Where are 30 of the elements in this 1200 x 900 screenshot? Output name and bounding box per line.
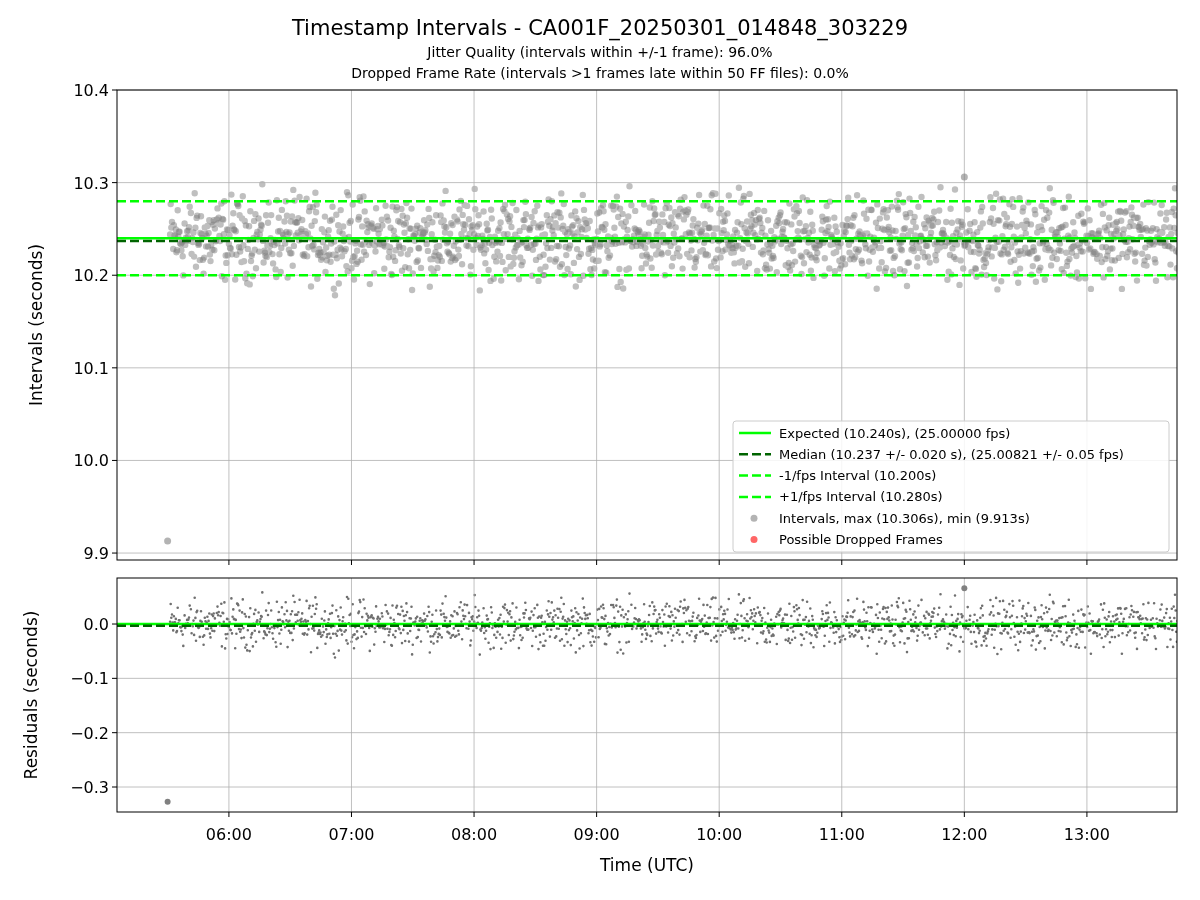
legend-label: Median (10.237 +/- 0.020 s), (25.00821 +/- 0.05 fps) bbox=[779, 446, 1124, 462]
y-tick-label: 10.3 bbox=[73, 173, 109, 193]
y-tick-label: 10.0 bbox=[73, 451, 109, 471]
x-tick-label: 08:00 bbox=[451, 825, 498, 844]
y-tick-label: 0.0 bbox=[83, 615, 109, 634]
legend-label: Possible Dropped Frames bbox=[779, 532, 943, 547]
y-tick-label: −0.1 bbox=[70, 669, 109, 689]
legend-label: Intervals, max (10.306s), min (9.913s) bbox=[779, 510, 1030, 526]
x-tick-label: 11:00 bbox=[818, 825, 865, 844]
x-tick-label: 09:00 bbox=[573, 825, 620, 844]
x-tick-label: 06:00 bbox=[205, 825, 252, 844]
legend-label: +1/fps Interval (10.280s) bbox=[779, 489, 943, 505]
x-axis-label: Time (UTC) bbox=[600, 855, 694, 875]
y-tick-label: −0.3 bbox=[70, 778, 109, 797]
figure-subtitle: Dropped Frame Rate (intervals >1 frames late within 50 FF files): 0.0% bbox=[351, 64, 849, 83]
x-tick-label: 07:00 bbox=[328, 825, 375, 844]
legend-label: -1/fps Interval (10.200s) bbox=[779, 468, 937, 484]
y-axis-label: Residuals (seconds) bbox=[21, 610, 41, 780]
y-tick-label: 10.1 bbox=[73, 358, 109, 378]
y-tick-label: 9.9 bbox=[83, 544, 109, 564]
x-tick-label: 13:00 bbox=[1063, 825, 1110, 844]
figure-title: Timestamp Intervals - CA001F_20250301_014848_303229 bbox=[291, 15, 909, 42]
figure-subtitle: Jitter Quality (intervals within +/-1 frame): 96.0% bbox=[427, 43, 773, 62]
y-tick-label: 10.4 bbox=[73, 81, 109, 100]
legend-label: Expected (10.240s), (25.00000 fps) bbox=[779, 425, 1011, 441]
x-tick-label: 10:00 bbox=[696, 825, 743, 844]
y-tick-label: −0.2 bbox=[70, 723, 109, 743]
x-tick-label: 12:00 bbox=[941, 825, 988, 844]
y-axis-label: Intervals (seconds) bbox=[26, 243, 46, 407]
y-tick-label: 10.2 bbox=[73, 266, 109, 286]
